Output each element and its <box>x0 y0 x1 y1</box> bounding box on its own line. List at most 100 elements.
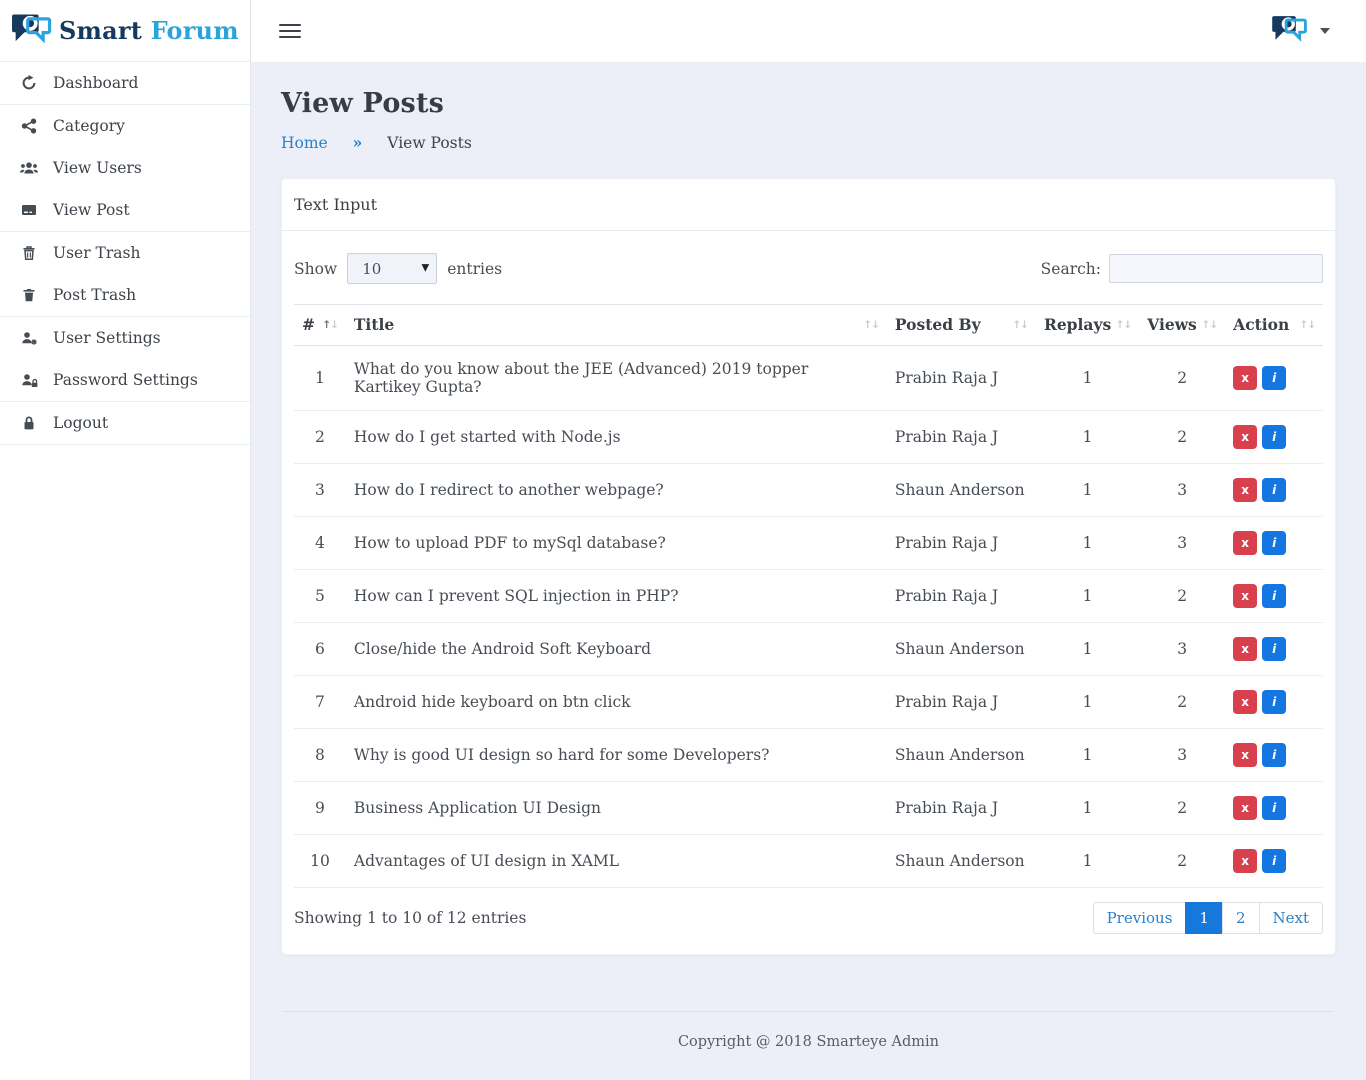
info-i-icon[interactable]: i <box>1262 425 1286 449</box>
user-menu[interactable] <box>1270 14 1330 48</box>
posts-table-body: 1What do you know about the JEE (Advance… <box>294 346 1323 888</box>
info-i-icon[interactable]: i <box>1262 531 1286 555</box>
info-i-icon[interactable]: i <box>1262 637 1286 661</box>
info-i-icon[interactable]: i <box>1262 796 1286 820</box>
delete-x-icon[interactable]: x <box>1233 425 1257 449</box>
row-number: 3 <box>294 464 346 517</box>
delete-x-icon[interactable]: x <box>1233 478 1257 502</box>
sort-icon[interactable]: ↑↓ <box>1012 319 1028 331</box>
info-i-icon[interactable]: i <box>1262 849 1286 873</box>
table-controls: Show 10 ▼ entries Search: <box>294 253 1323 284</box>
sidebar-item-category[interactable]: Category <box>0 105 250 147</box>
action-cell: xi <box>1225 676 1323 729</box>
search-control: Search: <box>1041 254 1323 283</box>
sidebar-item-label: Post Trash <box>53 286 136 304</box>
info-i-icon[interactable]: i <box>1262 584 1286 608</box>
pagination-next-button[interactable]: Next <box>1259 902 1324 934</box>
sidebar-item-label: Category <box>53 117 125 135</box>
posted-by: Shaun Anderson <box>887 729 1036 782</box>
breadcrumb-current: View Posts <box>387 134 472 152</box>
sort-icon[interactable]: ↑↓ <box>863 319 879 331</box>
sort-icon[interactable]: ↑↓ <box>322 319 338 331</box>
delete-x-icon[interactable]: x <box>1233 637 1257 661</box>
action-cell: xi <box>1225 570 1323 623</box>
column-header-replays[interactable]: Replays↑↓ <box>1036 305 1139 346</box>
table-row: 3How do I redirect to another webpage?Sh… <box>294 464 1323 517</box>
row-number: 8 <box>294 729 346 782</box>
delete-x-icon[interactable]: x <box>1233 531 1257 555</box>
column-header-posted-by[interactable]: Posted By↑↓ <box>887 305 1036 346</box>
brand-name: Smart Forum <box>59 16 239 45</box>
delete-x-icon[interactable]: x <box>1233 796 1257 820</box>
post-title: Business Application UI Design <box>346 782 887 835</box>
info-i-icon[interactable]: i <box>1262 743 1286 767</box>
table-row: 6Close/hide the Android Soft KeyboardSha… <box>294 623 1323 676</box>
column-header-views[interactable]: Views↑↓ <box>1139 305 1225 346</box>
views-count: 3 <box>1139 464 1225 517</box>
posted-by: Prabin Raja J <box>887 782 1036 835</box>
sidebar-item-dashboard[interactable]: Dashboard <box>0 62 250 105</box>
info-i-icon[interactable]: i <box>1262 690 1286 714</box>
copyright-text: Copyright @ 2018 Smarteye Admin <box>281 1012 1336 1080</box>
sort-icon[interactable]: ↑↓ <box>1116 319 1132 331</box>
sidebar-item-logout[interactable]: Logout <box>0 402 250 445</box>
table-row: 9Business Application UI DesignPrabin Ra… <box>294 782 1323 835</box>
brand-logo-icon <box>10 12 52 50</box>
post-title: How do I get started with Node.js <box>346 411 887 464</box>
table-row: 2How do I get started with Node.jsPrabin… <box>294 411 1323 464</box>
views-count: 3 <box>1139 729 1225 782</box>
card-body: Show 10 ▼ entries Search: <box>282 231 1335 954</box>
sidebar-item-view-post[interactable]: View Post <box>0 189 250 232</box>
trash-solid-icon <box>20 287 38 303</box>
post-title: Advantages of UI design in XAML <box>346 835 887 888</box>
sidebar-item-post-trash[interactable]: Post Trash <box>0 274 250 317</box>
delete-x-icon[interactable]: x <box>1233 690 1257 714</box>
replays-count: 1 <box>1036 623 1139 676</box>
sidebar-item-user-trash[interactable]: User Trash <box>0 232 250 274</box>
breadcrumb-separator: » <box>353 133 363 152</box>
posted-by: Shaun Anderson <box>887 835 1036 888</box>
delete-x-icon[interactable]: x <box>1233 849 1257 873</box>
pagination-page-2-button[interactable]: 2 <box>1222 902 1260 934</box>
sort-icon[interactable]: ↑↓ <box>1299 319 1315 331</box>
action-cell: xi <box>1225 517 1323 570</box>
table-row: 7Android hide keyboard on btn clickPrabi… <box>294 676 1323 729</box>
column-header-title[interactable]: Title↑↓ <box>346 305 887 346</box>
pagination-page-1-button[interactable]: 1 <box>1185 902 1223 934</box>
table-row: 4How to upload PDF to mySql database?Pra… <box>294 517 1323 570</box>
breadcrumb-home-link[interactable]: Home <box>281 134 328 152</box>
table-header-row: #↑↓ Title↑↓ Posted By↑↓ Replays↑↓ Views↑… <box>294 305 1323 346</box>
delete-x-icon[interactable]: x <box>1233 584 1257 608</box>
sort-icon[interactable]: ↑↓ <box>1202 319 1218 331</box>
column-header-action[interactable]: Action↑↓ <box>1225 305 1323 346</box>
info-i-icon[interactable]: i <box>1262 478 1286 502</box>
info-i-icon[interactable]: i <box>1262 366 1286 390</box>
entries-select[interactable]: 10 <box>347 253 437 284</box>
delete-x-icon[interactable]: x <box>1233 743 1257 767</box>
users-icon <box>20 160 38 176</box>
replays-count: 1 <box>1036 729 1139 782</box>
pagination-previous-button[interactable]: Previous <box>1093 902 1187 934</box>
posts-table: #↑↓ Title↑↓ Posted By↑↓ Replays↑↓ Views↑… <box>294 304 1323 888</box>
sidebar-item-label: Password Settings <box>53 371 198 389</box>
topbar <box>251 0 1366 62</box>
action-cell: xi <box>1225 464 1323 517</box>
sidebar-item-label: View Users <box>53 159 142 177</box>
sidebar-item-label: Dashboard <box>53 74 138 92</box>
sidebar-item-view-users[interactable]: View Users <box>0 147 250 189</box>
entries-label: entries <box>447 260 502 278</box>
search-input[interactable] <box>1109 254 1323 283</box>
row-number: 5 <box>294 570 346 623</box>
column-header-number[interactable]: #↑↓ <box>294 305 346 346</box>
card-icon <box>20 202 38 218</box>
replays-count: 1 <box>1036 835 1139 888</box>
table-footer: Showing 1 to 10 of 12 entries Previous 1… <box>294 888 1323 942</box>
hamburger-icon[interactable] <box>279 20 301 42</box>
delete-x-icon[interactable]: x <box>1233 366 1257 390</box>
action-cell: xi <box>1225 729 1323 782</box>
posted-by: Shaun Anderson <box>887 623 1036 676</box>
row-number: 2 <box>294 411 346 464</box>
sidebar-item-password-settings[interactable]: Password Settings <box>0 359 250 402</box>
sidebar-item-user-settings[interactable]: User Settings <box>0 317 250 359</box>
main-area: View Posts Home » View Posts Text Input … <box>251 0 1366 1080</box>
